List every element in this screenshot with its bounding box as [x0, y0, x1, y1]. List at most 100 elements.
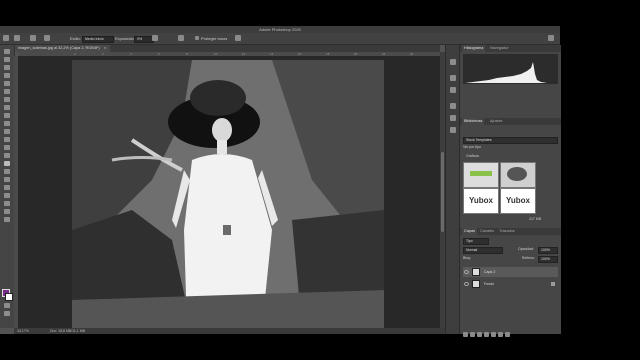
fx-icon[interactable]: [470, 332, 475, 337]
trash-icon[interactable]: [505, 332, 510, 337]
style-select[interactable]: Medio Inicio: [82, 36, 114, 43]
gradient-tool-icon[interactable]: [4, 145, 10, 150]
mask-icon[interactable]: [477, 332, 482, 337]
library-size-info: 217 MB: [529, 217, 542, 221]
layer-thumbnail: [472, 280, 480, 288]
histogram-panel-tabs: Histograma Navegador: [460, 45, 561, 52]
histogram-graph: [463, 54, 558, 84]
document-tab-label: imagen_sobrinas.jpg al 32,2% (Capa 2, RG…: [18, 46, 100, 50]
layer-row[interactable]: Fondo: [463, 279, 558, 289]
play-icon[interactable]: [450, 59, 456, 65]
document-image[interactable]: [72, 60, 384, 328]
adjustment-layer-icon[interactable]: [484, 332, 489, 337]
marquee-tool-icon[interactable]: [4, 57, 10, 62]
history-brush-icon[interactable]: [4, 129, 10, 134]
tab-libraries[interactable]: Bibliotecas: [462, 118, 485, 125]
protect-tones-checkbox[interactable]: [195, 35, 199, 42]
blur-tool-icon[interactable]: [4, 153, 10, 158]
brush-settings-icon[interactable]: [450, 103, 456, 109]
tab-navigator[interactable]: Navegador: [488, 45, 511, 52]
clone-stamp-icon[interactable]: [4, 121, 10, 126]
brush-panel-icon[interactable]: [44, 35, 50, 42]
hand-tool-icon[interactable]: [4, 201, 10, 206]
pressure-icon[interactable]: [235, 35, 241, 42]
tools-panel: [0, 45, 15, 328]
move-tool-icon[interactable]: [4, 49, 10, 54]
healing-brush-icon[interactable]: [4, 105, 10, 110]
history-icon[interactable]: [450, 75, 456, 81]
document-tab-bar: imagen_sobrinas.jpg al 32,2% (Capa 2, RG…: [14, 45, 440, 52]
lock-label: Bloq:: [463, 256, 471, 260]
opacity-input[interactable]: 100%: [538, 247, 558, 254]
document-tab[interactable]: imagen_sobrinas.jpg al 32,2% (Capa 2, RG…: [14, 45, 110, 52]
zoom-level[interactable]: 33,17%: [17, 328, 29, 334]
airbrush-icon[interactable]: [152, 35, 158, 42]
brush-tool-icon[interactable]: [4, 113, 10, 118]
exposure-label: Exposición:: [115, 36, 136, 41]
tab-paths[interactable]: Trazados: [497, 228, 517, 235]
fill-input[interactable]: 100%: [538, 256, 558, 263]
tab-adjustments[interactable]: Ajustes: [488, 118, 504, 125]
layer-kind-filter[interactable]: Tipo: [463, 238, 489, 245]
character-icon[interactable]: [450, 115, 456, 121]
eyedropper-tool-icon[interactable]: [4, 97, 10, 102]
scrollbar-thumb[interactable]: [441, 152, 444, 232]
dodge-tool-icon[interactable]: [4, 161, 10, 166]
shape-graphic: [507, 167, 527, 181]
layer-name[interactable]: Fondo: [484, 279, 494, 289]
exposure-input[interactable]: 0%: [134, 36, 154, 43]
paragraph-icon[interactable]: [450, 127, 456, 133]
layer-name[interactable]: Capa 2: [484, 267, 495, 277]
background-color-swatch[interactable]: [5, 293, 13, 301]
home-icon[interactable]: [3, 35, 9, 42]
angle-icon[interactable]: [178, 35, 184, 42]
tab-channels[interactable]: Canales: [478, 228, 496, 235]
library-item-2[interactable]: [500, 162, 536, 188]
brush-preset-icon[interactable]: [30, 35, 36, 42]
close-icon[interactable]: ×: [104, 46, 106, 50]
tab-layers[interactable]: Capas: [462, 228, 477, 235]
frame-tool-icon[interactable]: [4, 89, 10, 94]
layer-row[interactable]: Capa 2: [463, 267, 558, 277]
document-info[interactable]: Doc: 18,8 MB/11,1 MB: [50, 328, 85, 334]
library-select[interactable]: Stock Templates: [463, 137, 558, 144]
histogram-curve: [465, 62, 556, 83]
libraries-panel-tabs: Bibliotecas Ajustes: [460, 118, 561, 125]
type-tool-icon[interactable]: [4, 177, 10, 182]
path-select-icon[interactable]: [4, 185, 10, 190]
library-item-3[interactable]: Yubox: [463, 188, 499, 214]
visibility-eye-icon[interactable]: [464, 270, 469, 274]
visibility-eye-icon[interactable]: [464, 282, 469, 286]
zoom-tool-icon[interactable]: [4, 209, 10, 214]
app-title: Adobe Photoshop 2020: [259, 27, 301, 32]
shape-tool-icon[interactable]: [4, 193, 10, 198]
library-item-1[interactable]: [463, 162, 499, 188]
lasso-tool-icon[interactable]: [4, 65, 10, 70]
info-icon[interactable]: [450, 87, 456, 93]
dodge-tool-icon[interactable]: [14, 35, 20, 42]
group-icon[interactable]: [491, 332, 496, 337]
tab-histogram[interactable]: Histograma: [462, 45, 486, 52]
blend-mode-select[interactable]: Normal: [463, 247, 503, 254]
logo-text: Yubox: [469, 196, 494, 205]
library-item-4[interactable]: Yubox: [500, 188, 536, 214]
eraser-tool-icon[interactable]: [4, 137, 10, 142]
protect-tones-label: Proteger tonos: [201, 36, 228, 41]
graphics-section-label[interactable]: Gráficos: [466, 154, 479, 159]
options-bar: Estilo: Medio Inicio Exposición: 0% Prot…: [0, 33, 560, 45]
quick-select-tool-icon[interactable]: [4, 73, 10, 78]
crop-tool-icon[interactable]: [4, 81, 10, 86]
new-layer-icon[interactable]: [498, 332, 503, 337]
share-icon[interactable]: [548, 35, 554, 42]
status-bar: 33,17% Doc: 18,8 MB/11,1 MB: [14, 328, 445, 334]
more-tools-icon[interactable]: [4, 217, 10, 222]
photo-artwork: [72, 60, 384, 328]
pen-tool-icon[interactable]: [4, 169, 10, 174]
logo-text: Yubox: [506, 196, 531, 205]
collapsed-panels-strip: [445, 45, 460, 334]
filter-by-type-label[interactable]: Ver por tipo: [463, 145, 481, 150]
link-layers-icon[interactable]: [463, 332, 468, 337]
screen-mode-icon[interactable]: [4, 311, 10, 316]
layer-thumbnail: [472, 268, 480, 276]
quick-mask-icon[interactable]: [4, 303, 10, 308]
